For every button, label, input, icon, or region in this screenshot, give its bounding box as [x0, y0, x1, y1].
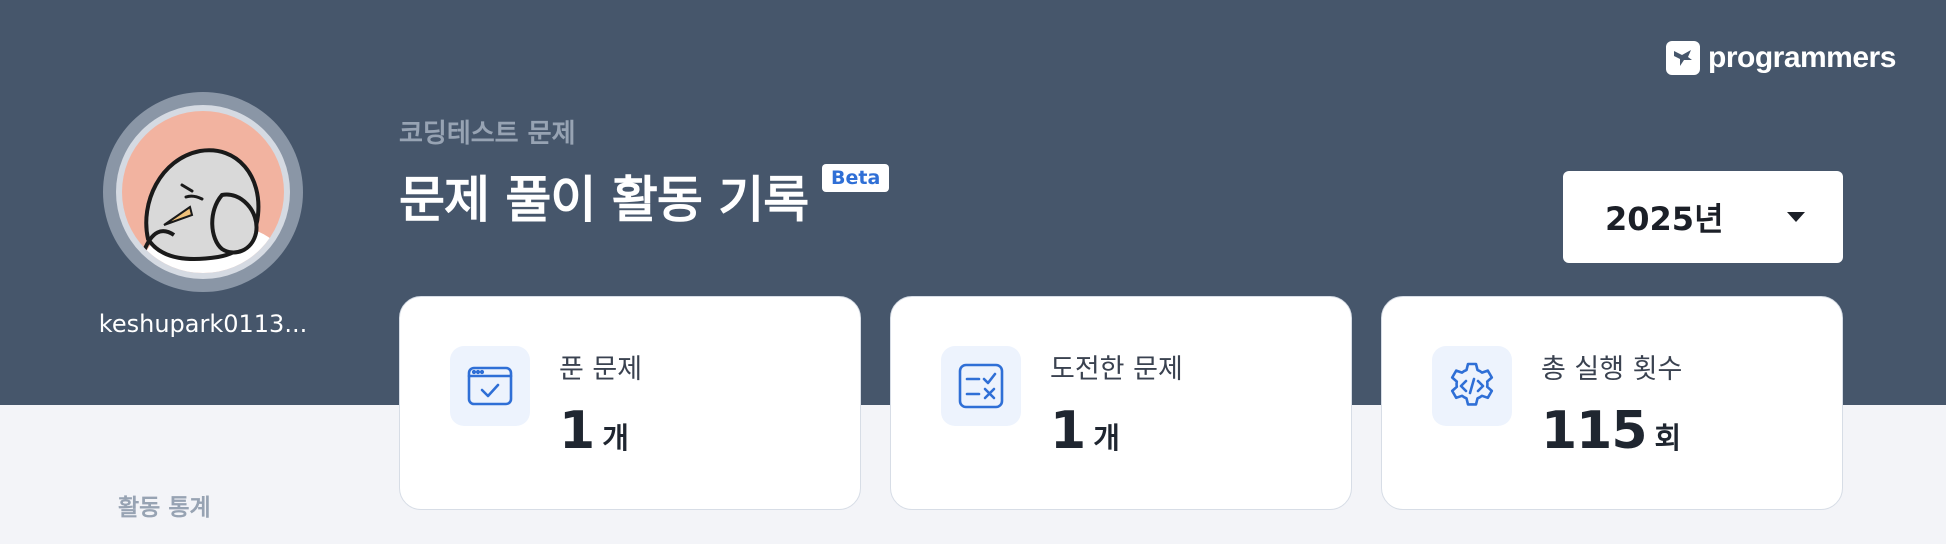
beta-badge: Beta: [822, 164, 890, 192]
stat-unit: 개: [602, 421, 629, 455]
code-gear-icon: [1432, 346, 1512, 426]
page-subtitle: 코딩테스트 문제: [399, 119, 576, 149]
activity-stats-section-label: 활동 통계: [118, 495, 211, 521]
year-select-value: 2025년: [1605, 200, 1724, 238]
programmers-logo-icon: [1666, 41, 1700, 75]
stat-unit: 개: [1093, 421, 1120, 455]
caret-down-icon: [1787, 212, 1805, 222]
programmers-logo[interactable]: programmers: [1666, 41, 1896, 75]
programmers-logo-text: programmers: [1708, 41, 1896, 74]
stat-label: 총 실행 횟수: [1541, 354, 1683, 385]
stat-number: 1: [559, 401, 595, 461]
avatar-image: [122, 111, 284, 273]
stat-number: 115: [1541, 401, 1648, 461]
stat-number: 1: [1050, 401, 1086, 461]
stat-card-solved: 푼 문제 1 개: [399, 296, 861, 510]
stat-unit: 회: [1654, 421, 1682, 455]
stat-card-executions: 총 실행 횟수 115 회: [1381, 296, 1843, 510]
page-title: 문제 풀이 활동 기록: [399, 171, 809, 229]
stat-value: 1 개: [559, 401, 629, 461]
solved-check-icon: [450, 346, 530, 426]
stat-value: 115 회: [1541, 401, 1681, 461]
avatar[interactable]: [103, 92, 303, 292]
checklist-icon: [941, 346, 1021, 426]
username: keshupark0113...: [98, 310, 308, 338]
stat-card-attempted: 도전한 문제 1 개: [890, 296, 1352, 510]
year-select[interactable]: 2025년: [1563, 171, 1843, 263]
stat-label: 푼 문제: [559, 354, 643, 385]
stat-value: 1 개: [1050, 401, 1120, 461]
stat-label: 도전한 문제: [1050, 354, 1183, 385]
